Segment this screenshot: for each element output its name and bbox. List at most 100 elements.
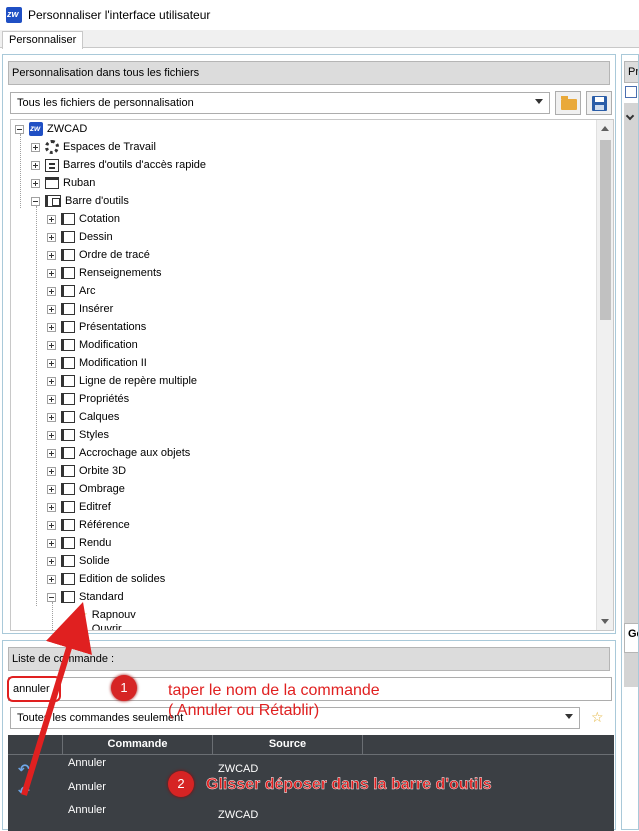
chevron-down-icon — [565, 714, 573, 719]
scroll-thumb[interactable] — [600, 140, 611, 320]
tree-node-toolbars[interactable]: Barre d'outils — [31, 192, 129, 210]
step-1-text-line1: taper le nom de la commande — [168, 682, 380, 699]
customization-tree[interactable]: ZWCAD Espaces de Travail Barres d'outils… — [10, 119, 614, 631]
command-list-header: Liste de commande : — [8, 647, 610, 671]
toolbar-icon — [61, 357, 75, 369]
column-header-source[interactable]: Source — [213, 735, 363, 755]
tree-node-toolbar[interactable]: Propriétés — [47, 390, 129, 408]
tree-node-toolbar[interactable]: Styles — [47, 426, 109, 444]
column-header-command[interactable]: Commande — [63, 735, 213, 755]
tree-node-toolbar[interactable]: Orbite 3D — [47, 462, 126, 480]
column-header-empty — [363, 735, 614, 755]
expand-icon[interactable] — [31, 178, 40, 188]
tree-node-root[interactable]: ZWCAD — [15, 120, 87, 138]
tree-node-ribbon[interactable]: Ruban — [31, 174, 95, 192]
expand-icon[interactable] — [47, 214, 56, 224]
tree-node-quick-access[interactable]: Barres d'outils d'accès rapide — [31, 156, 206, 174]
tree-node-toolbar[interactable]: Modification II — [47, 354, 147, 372]
expand-icon[interactable] — [47, 232, 56, 242]
tree-node-toolbar[interactable]: Solide — [47, 552, 110, 570]
expand-icon[interactable] — [47, 574, 56, 584]
tree-label: ZWCAD — [47, 123, 88, 135]
tree-node-toolbar[interactable]: Renseignements — [47, 264, 162, 282]
expand-icon[interactable] — [47, 304, 56, 314]
tree-node-toolbar[interactable]: Présentations — [47, 318, 146, 336]
tree-label: Cotation — [79, 213, 120, 225]
expand-icon[interactable] — [47, 466, 56, 476]
toolbar-icon — [61, 249, 75, 261]
tree-node-toolbar[interactable]: Arc — [47, 282, 96, 300]
scroll-up-icon[interactable] — [601, 126, 609, 131]
table-cell-source: ZWCAD — [218, 763, 259, 775]
tree-label: Ligne de repère multiple — [79, 375, 198, 387]
expand-icon[interactable] — [47, 250, 56, 260]
expand-icon[interactable] — [47, 268, 56, 278]
tree-label: Orbite 3D — [79, 465, 127, 477]
expand-icon[interactable] — [47, 430, 56, 440]
tree-node-toolbar[interactable]: Accrochage aux objets — [47, 444, 190, 462]
tree-node-toolbar[interactable]: Calques — [47, 408, 119, 426]
tree-node-toolbar[interactable]: Rendu — [47, 534, 111, 552]
tree-node-toolbar[interactable]: Insérer — [47, 300, 113, 318]
tab-personnaliser[interactable]: Personnaliser — [2, 31, 84, 49]
file-selector-dropdown[interactable]: Tous les fichiers de personnalisation — [10, 92, 550, 114]
save-button[interactable] — [586, 91, 612, 115]
tree-node-toolbar[interactable]: Dessin — [47, 228, 113, 246]
expand-icon[interactable] — [47, 286, 56, 296]
expand-icon[interactable] — [47, 340, 56, 350]
tree-node-toolbar[interactable]: Edition de solides — [47, 570, 165, 588]
tree-node-workspaces[interactable]: Espaces de Travail — [31, 138, 156, 156]
toolbar-icon — [61, 285, 75, 297]
expand-icon[interactable] — [31, 160, 40, 170]
properties-area — [624, 103, 638, 623]
open-file-button[interactable] — [555, 91, 581, 115]
toolbar-icon — [61, 537, 75, 549]
category-view-icon[interactable] — [625, 86, 637, 98]
toolbar-icon — [61, 501, 75, 513]
expand-icon[interactable] — [47, 322, 56, 332]
window-title: Personnaliser l'interface utilisateur — [28, 8, 211, 22]
scroll-down-icon[interactable] — [601, 619, 609, 624]
tree-node-toolbar[interactable]: Editref — [47, 498, 111, 516]
tree-node-toolbar[interactable]: Ombrage — [47, 480, 125, 498]
expand-icon[interactable] — [47, 358, 56, 368]
tree-node-toolbar[interactable]: Ordre de tracé — [47, 246, 150, 264]
tree-node-toolbar[interactable]: Ligne de repère multiple — [47, 372, 197, 390]
table-cell-command[interactable]: Annuler — [68, 757, 106, 769]
table-cell-command[interactable]: Annuler — [68, 781, 106, 793]
tree-node-toolbar[interactable]: Cotation — [47, 210, 120, 228]
tree-scrollbar[interactable] — [596, 120, 613, 630]
new-command-star-icon[interactable]: ☆ — [591, 709, 604, 726]
expand-icon[interactable] — [47, 412, 56, 422]
tree-node-command-ouvrir[interactable]: ☆ Ouvrir — [77, 623, 122, 631]
expand-icon[interactable] — [47, 556, 56, 566]
collapse-icon[interactable] — [31, 196, 40, 206]
tree-node-toolbar[interactable]: Modification — [47, 336, 138, 354]
expand-icon[interactable] — [47, 376, 56, 386]
tree-label: Ombrage — [79, 483, 125, 495]
expand-icon[interactable] — [47, 538, 56, 548]
table-cell-command[interactable]: Annuler — [68, 804, 106, 816]
tree-node-toolbar-standard[interactable]: Standard — [47, 588, 124, 606]
tree-node-toolbar[interactable]: Référence — [47, 516, 130, 534]
tree-label: Editref — [79, 501, 111, 513]
expand-icon[interactable] — [47, 484, 56, 494]
star-icon: ☆ — [77, 623, 88, 631]
collapse-icon[interactable] — [15, 124, 24, 134]
toolbar-icon — [61, 393, 75, 405]
toolbar-icon — [61, 267, 75, 279]
tree-node-command-rapnouv[interactable]: ☆ Rapnouv — [77, 606, 136, 624]
expand-icon[interactable] — [31, 142, 40, 152]
expand-icon[interactable] — [47, 520, 56, 530]
expand-icon[interactable] — [47, 502, 56, 512]
expand-icon[interactable] — [47, 394, 56, 404]
tree-label: Modification — [79, 339, 138, 351]
tree-label: Renseignements — [79, 267, 162, 279]
tree-label: Calques — [79, 411, 120, 423]
general-section-header: Gé — [624, 623, 638, 653]
collapse-icon[interactable] — [47, 592, 56, 602]
expand-icon[interactable] — [47, 448, 56, 458]
step-2-text: Glisser déposer dans la barre d'outils — [206, 776, 492, 793]
step-1-marker: 1 — [111, 675, 137, 701]
title-bar: Personnaliser l'interface utilisateur — [0, 0, 639, 30]
